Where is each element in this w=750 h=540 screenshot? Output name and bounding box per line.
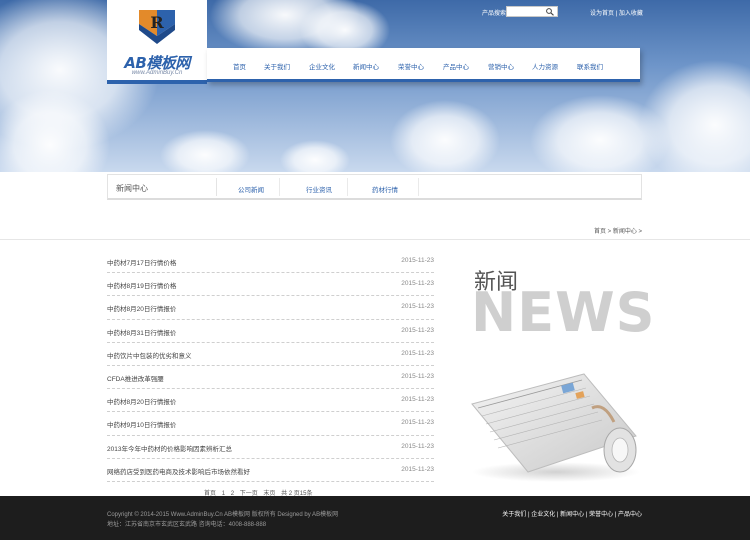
- logo-letter: R: [150, 13, 164, 32]
- news-title[interactable]: 中药材8月31日行情报价: [107, 327, 176, 337]
- search-box: [506, 6, 558, 24]
- cloud-decoration: [280, 140, 350, 172]
- footer-copyright: Copyright © 2014-2015 Www.AdminBuy.Cn AB…: [107, 512, 339, 518]
- section-title: 新闻中心: [116, 184, 148, 193]
- footer: Copyright © 2014-2015 Www.AdminBuy.Cn AB…: [0, 496, 750, 540]
- set-homepage-link[interactable]: 设为首页: [590, 11, 614, 17]
- nav-hr[interactable]: 人力资源: [532, 61, 558, 71]
- list-item[interactable]: 网络药店受到医药电商及技术影响后市场依然看好 2015-11-23: [107, 459, 434, 482]
- news-date: 2015-11-23: [401, 465, 434, 473]
- news-list: 中药材7月17日行情价格 2015-11-23 中药材8月19日行情价格 2015-…: [107, 250, 434, 482]
- logo-mark-icon: R: [139, 10, 175, 44]
- news-title[interactable]: 中药材8月19日行情价格: [107, 280, 176, 290]
- news-title[interactable]: 中药材8月20日行情报价: [107, 303, 176, 313]
- list-item[interactable]: 中药材8月19日行情价格 2015-11-23: [107, 273, 434, 297]
- nav-home[interactable]: 首页: [233, 61, 246, 71]
- nav-about[interactable]: 关于我们: [264, 61, 290, 71]
- footer-link-about[interactable]: 关于我们: [502, 512, 526, 518]
- list-item[interactable]: 中药材8月31日行情报价 2015-11-23: [107, 320, 434, 343]
- news-title[interactable]: 中药材8月20日行情报价: [107, 396, 176, 406]
- news-date: 2015-11-23: [401, 396, 434, 404]
- tab-company-news[interactable]: 公司新闻: [238, 184, 264, 194]
- tab-industry-news[interactable]: 行业资讯: [306, 184, 332, 194]
- logo-url: www.AdminBuy.Cn: [131, 70, 183, 76]
- cloud-decoration: [640, 60, 750, 172]
- list-item[interactable]: 中药材8月20日行情报价 2015-11-23: [107, 389, 434, 413]
- nav-contact[interactable]: 联系我们: [577, 61, 603, 71]
- search-icon[interactable]: [545, 7, 555, 16]
- search-input[interactable]: [507, 14, 545, 24]
- footer-links: 关于我们 | 企业文化 | 新闻中心 | 荣誉中心 | 产品中心: [502, 509, 642, 518]
- divider: [216, 178, 217, 196]
- list-item[interactable]: 中药饮片中包装的优劣和意义 2015-11-23: [107, 343, 434, 366]
- news-title[interactable]: 网络药店受到医药电商及技术影响后市场依然看好: [107, 466, 250, 476]
- news-title[interactable]: CFDA推进改革强腰: [107, 373, 164, 383]
- newspaper-illustration: [471, 373, 640, 482]
- nav-culture[interactable]: 企业文化: [309, 61, 335, 71]
- news-date: 2015-11-23: [401, 372, 434, 380]
- search-label: 产品搜索: [482, 11, 507, 17]
- divider: [279, 178, 280, 196]
- tab-market-prices[interactable]: 药材行情: [372, 184, 398, 194]
- main-nav: 首页 关于我们 企业文化 新闻中心 荣誉中心 产品中心 营销中心 人力资源 联系…: [207, 48, 640, 82]
- news-date: 2015-11-23: [401, 257, 434, 264]
- cloud-decoration: [160, 130, 250, 172]
- add-favorite-link[interactable]: 加入收藏: [619, 11, 643, 17]
- footer-link-news[interactable]: 新闻中心: [560, 512, 584, 518]
- nav-news[interactable]: 新闻中心: [353, 61, 379, 71]
- top-links: 设为首页 | 加入收藏: [590, 8, 643, 17]
- header-banner: R AB模板网 www.AdminBuy.Cn 产品搜索 设为首页 | 加入收藏…: [0, 0, 750, 172]
- cloud-decoration: [390, 100, 500, 172]
- list-item[interactable]: CFDA推进改革强腰 2015-11-23: [107, 366, 434, 390]
- divider: [0, 239, 750, 240]
- news-date: 2015-11-23: [401, 442, 434, 450]
- footer-link-products[interactable]: 产品中心: [618, 512, 642, 518]
- news-title[interactable]: 中药饮片中包装的优劣和意义: [107, 350, 192, 360]
- sub-nav-bar: 新闻中心 公司新闻 行业资讯 药材行情: [107, 174, 642, 200]
- breadcrumb[interactable]: 首页 > 新闻中心 >: [594, 226, 642, 235]
- news-date: 2015-11-23: [401, 303, 434, 311]
- list-item[interactable]: 中药材7月17日行情价格 2015-11-23: [107, 250, 434, 274]
- list-item[interactable]: 中药材8月20日行情报价 2015-11-23: [107, 296, 434, 320]
- list-item[interactable]: 2013年今年中药材的价格影响因素辨析汇总 2015-11-23: [107, 436, 434, 459]
- news-title[interactable]: 2013年今年中药材的价格影响因素辨析汇总: [107, 443, 232, 453]
- side-title-en: NEWS: [471, 281, 656, 344]
- footer-address: 地址：江苏省南京市玄武区玄武路 咨询电话：4008-888-888: [107, 522, 267, 528]
- divider: [418, 178, 419, 196]
- divider: [347, 178, 348, 196]
- news-date: 2015-11-23: [401, 419, 434, 427]
- footer-link-honor[interactable]: 荣誉中心: [589, 512, 613, 518]
- news-date: 2015-11-23: [401, 326, 434, 334]
- news-date: 2015-11-23: [401, 280, 434, 288]
- list-item[interactable]: 中药材9月10日行情报价 2015-11-23: [107, 412, 434, 436]
- footer-link-culture[interactable]: 企业文化: [531, 512, 555, 518]
- nav-honor[interactable]: 荣誉中心: [398, 61, 424, 71]
- news-date: 2015-11-23: [401, 349, 434, 357]
- nav-products[interactable]: 产品中心: [443, 61, 469, 71]
- news-title[interactable]: 中药材9月10日行情报价: [107, 419, 176, 429]
- site-logo[interactable]: R AB模板网 www.AdminBuy.Cn: [107, 0, 207, 84]
- nav-marketing[interactable]: 营销中心: [488, 61, 514, 71]
- news-title[interactable]: 中药材7月17日行情价格: [107, 257, 176, 267]
